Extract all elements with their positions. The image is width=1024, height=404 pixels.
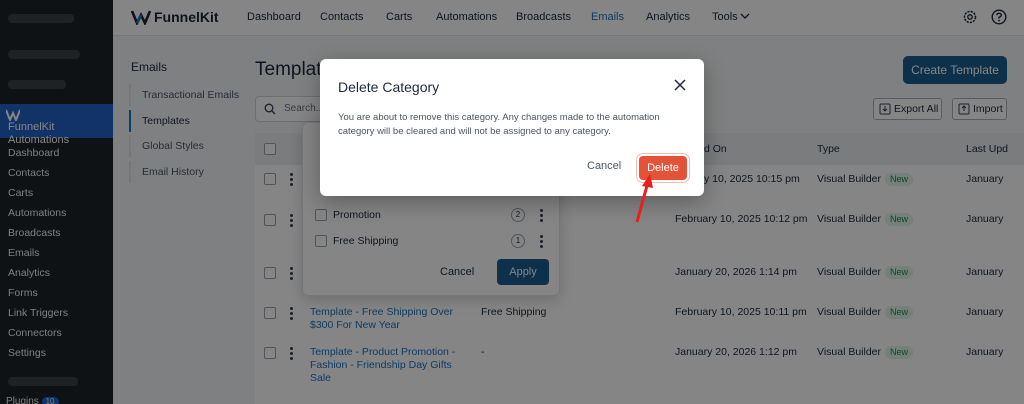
pointer-arrow-icon xyxy=(635,174,653,223)
dialog-cancel-button[interactable]: Cancel xyxy=(587,160,621,172)
dialog-title: Delete Category xyxy=(338,79,440,95)
dialog-message: You are about to remove this category. A… xyxy=(338,112,660,137)
close-icon[interactable] xyxy=(674,79,686,91)
